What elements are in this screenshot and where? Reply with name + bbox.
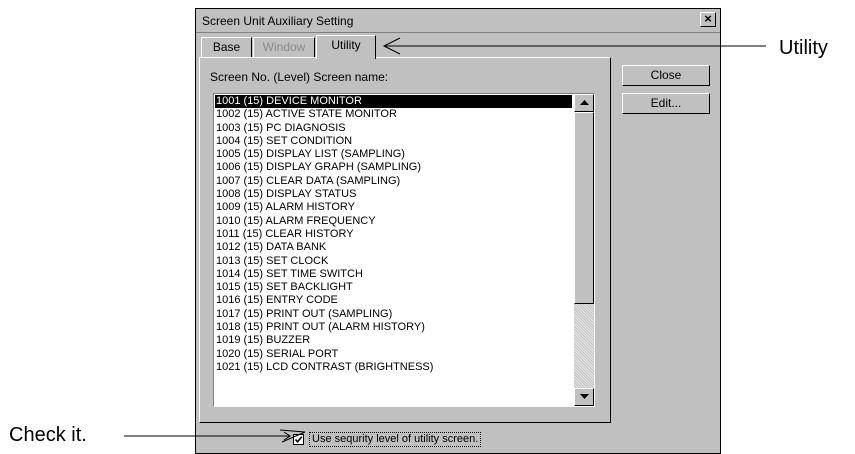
- tab-utility[interactable]: Utility: [316, 35, 376, 59]
- callout-arrows: [124, 37, 766, 443]
